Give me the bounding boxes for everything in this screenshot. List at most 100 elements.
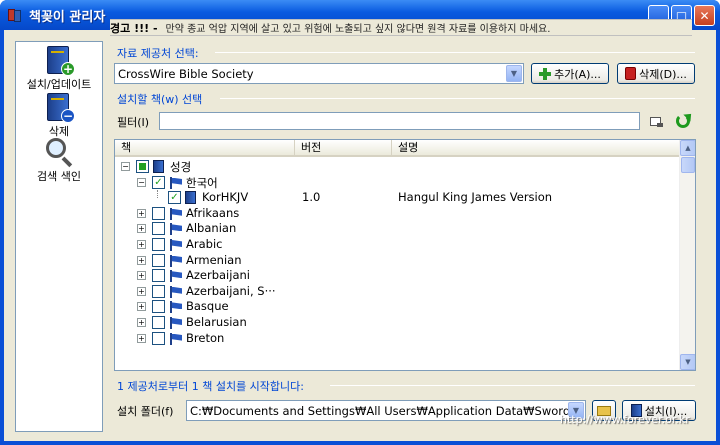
filter-input[interactable] [159, 112, 640, 130]
window-title: 책꽂이 관리자 [29, 9, 106, 25]
expand-icon[interactable]: + [137, 255, 146, 265]
delete-source-button[interactable]: 삭제(D)... [617, 63, 695, 84]
sidebar-item-install[interactable]: + 설치/업데이트 [16, 44, 102, 92]
scroll-thumb[interactable] [681, 157, 695, 173]
expand-icon[interactable]: + [137, 286, 146, 296]
flag-icon [169, 285, 183, 298]
row-name: Basque [186, 299, 229, 314]
row-checkbox[interactable] [152, 238, 165, 251]
source-select[interactable]: CrossWire Bible Society ▼ [114, 63, 524, 84]
source-group-label: 자료 제공처 선택: [117, 47, 199, 60]
refresh-icon[interactable] [675, 110, 695, 129]
divider [215, 52, 695, 53]
row-name: Afrikaans [186, 205, 240, 220]
row-checkbox[interactable]: ✓ [152, 175, 165, 189]
sidebar-item-remove[interactable]: − 삭제 [16, 91, 102, 139]
tree-row[interactable]: + Azerbaijani [115, 268, 681, 283]
column-header-description[interactable]: 설명 [392, 140, 681, 157]
row-name: 한국어 [186, 175, 218, 190]
status-text: 1 제공처로부터 1 책 설치를 시작합니다: [117, 380, 304, 393]
row-checkbox[interactable] [152, 316, 165, 329]
filter-options-icon[interactable] [648, 114, 664, 130]
tree-row[interactable]: + Arabic [115, 237, 681, 252]
row-name: Armenian [186, 252, 242, 267]
vertical-scrollbar[interactable]: ▲ ▼ [679, 140, 695, 370]
tree-row[interactable]: + Basque [115, 299, 681, 314]
book-remove-icon: − [43, 91, 75, 123]
install-folder-label: 설치 폴더(f) [117, 405, 174, 418]
expand-icon[interactable]: + [137, 333, 146, 343]
row-checkbox[interactable] [152, 222, 165, 236]
row-checkbox[interactable] [152, 269, 165, 283]
bible-icon [153, 160, 164, 173]
row-name: 성경 [170, 160, 192, 174]
expand-icon[interactable]: + [137, 302, 146, 312]
tree-row[interactable]: − ✓ 한국어 [115, 175, 681, 190]
tree-row[interactable]: + Afrikaans [115, 206, 681, 221]
tree-row[interactable]: + Breton [115, 331, 681, 346]
tree-connector [157, 190, 158, 199]
row-checkbox[interactable] [152, 284, 165, 298]
scroll-up-button[interactable]: ▲ [680, 140, 695, 156]
flag-icon [169, 317, 183, 329]
row-checkbox[interactable]: ✓ [168, 191, 181, 205]
book-list[interactable]: 책 버전 설명 − 성경 − ✓ 한국어 ✓ KorHKJV 1.0 Hangul King J… [114, 139, 696, 371]
row-name: Belarusian [186, 315, 247, 329]
column-header-book[interactable]: 책 [115, 140, 295, 157]
row-name: Arabic [186, 237, 223, 251]
tree-row[interactable]: + Albanian [115, 221, 681, 236]
watermark-text: http://www.forever.or.kr [560, 413, 690, 426]
tree-row[interactable]: ✓ KorHKJV 1.0 Hangul King James Version [115, 190, 681, 205]
flag-icon [169, 239, 183, 251]
flag-icon [169, 270, 183, 283]
row-version: 1.0 [302, 190, 321, 205]
delete-icon [625, 67, 637, 80]
row-name: KorHKJV [202, 190, 249, 205]
list-header: 책 버전 설명 [115, 140, 681, 157]
sidebar-item-search-index[interactable]: 검색 색인 [16, 136, 102, 184]
expand-icon[interactable]: + [137, 240, 146, 249]
source-select-value: CrossWire Bible Society [118, 66, 254, 81]
row-checkbox[interactable] [152, 300, 165, 314]
collapse-icon[interactable]: − [137, 177, 146, 187]
flag-icon [169, 332, 183, 345]
row-checkbox[interactable] [152, 206, 165, 220]
warning-title: 경고 !!! - [110, 21, 158, 35]
collapse-icon[interactable]: − [121, 162, 130, 171]
row-name: Azerbaijani [186, 268, 250, 283]
close-button[interactable]: ✕ [694, 5, 715, 26]
expand-icon[interactable]: + [137, 224, 146, 234]
chevron-down-icon[interactable]: ▼ [506, 65, 522, 82]
expand-icon[interactable]: + [137, 318, 146, 327]
row-checkbox[interactable] [152, 253, 165, 267]
row-checkbox[interactable] [152, 331, 165, 345]
row-name: Azerbaijani, S··· [186, 283, 276, 298]
install-folder-value: C:₩Documents and Settings₩All Users₩Appl… [190, 403, 571, 418]
divider [330, 385, 695, 386]
tree-row[interactable]: + Azerbaijani, S··· [115, 284, 681, 299]
expand-icon[interactable]: + [137, 271, 146, 281]
add-source-button[interactable]: 추가(A)... [531, 63, 609, 84]
row-checkbox[interactable] [136, 160, 149, 173]
flag-icon [169, 176, 183, 189]
bookshelf-icon [7, 7, 23, 23]
warning-banner: 경고 !!! - 만약 종교 억압 지역에 살고 있고 위험에 노출되고 싶지 … [110, 19, 692, 36]
delete-source-label: 삭제(D)... [639, 67, 687, 81]
sidebar: + 설치/업데이트 − 삭제 검색 색인 [15, 41, 103, 432]
sidebar-item-label: 설치/업데이트 [26, 78, 92, 91]
flag-icon [169, 207, 183, 220]
flag-icon [169, 301, 183, 314]
column-header-version[interactable]: 버전 [295, 140, 392, 157]
install-folder-select[interactable]: C:₩Documents and Settings₩All Users₩Appl… [186, 400, 586, 421]
tree-row[interactable]: + Belarusian [115, 315, 681, 330]
tree-row[interactable]: + Armenian [115, 253, 681, 268]
scroll-down-button[interactable]: ▼ [680, 354, 695, 370]
tree-row[interactable]: − 성경 [115, 159, 681, 174]
warning-text: 만약 종교 억압 지역에 살고 있고 위험에 노출되고 싶지 않다면 원격 자료… [165, 24, 551, 35]
filter-label: 필터(I) [117, 116, 150, 129]
magnifier-icon [43, 136, 75, 168]
row-description: Hangul King James Version [398, 190, 553, 205]
expand-icon[interactable]: + [137, 208, 146, 218]
sidebar-item-label: 검색 색인 [37, 170, 81, 183]
plus-icon [539, 67, 552, 80]
